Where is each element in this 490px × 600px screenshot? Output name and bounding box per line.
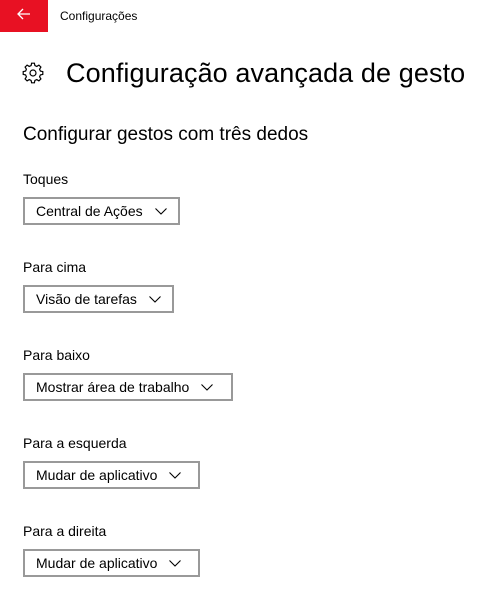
setting-swipe-left: Para a esquerda Mudar de aplicativo [23,433,200,489]
back-button[interactable] [0,0,48,32]
swipe-up-dropdown[interactable]: Visão de tarefas [23,285,174,313]
setting-label: Para a direita [23,523,107,539]
setting-swipe-down: Para baixo Mostrar área de trabalho [23,345,233,401]
setting-label: Para cima [23,259,87,275]
dropdown-value: Visão de tarefas [36,291,137,307]
dropdown-value: Mudar de aplicativo [36,555,158,571]
dropdown-value: Mostrar área de trabalho [36,379,190,395]
dropdown-value: Central de Ações [36,203,143,219]
page-title: Configuração avançada de gesto [66,58,466,88]
swipe-left-dropdown[interactable]: Mudar de aplicativo [23,461,200,489]
swipe-right-dropdown[interactable]: Mudar de aplicativo [23,549,200,577]
setting-label: Toques [23,171,69,187]
setting-swipe-right: Para a direita Mudar de aplicativo [23,521,200,577]
chevron-down-icon [169,471,182,479]
page-header: Configuração avançada de gesto [22,56,465,90]
window-title: Configurações [60,9,138,23]
chevron-down-icon [169,559,182,567]
setting-label: Para a esquerda [23,435,127,451]
chevron-down-icon [154,207,167,215]
swipe-down-dropdown[interactable]: Mostrar área de trabalho [23,373,233,401]
section-title: Configurar gestos com três dedos [23,124,309,145]
setting-label: Para baixo [23,347,90,363]
setting-taps: Toques Central de Ações [23,169,180,225]
back-arrow-icon [17,7,31,25]
setting-swipe-up: Para cima Visão de tarefas [23,257,174,313]
dropdown-value: Mudar de aplicativo [36,467,158,483]
gear-icon [22,62,44,84]
taps-dropdown[interactable]: Central de Ações [23,197,180,225]
chevron-down-icon [149,295,161,303]
title-bar: Configurações [0,0,490,32]
chevron-down-icon [201,383,214,391]
